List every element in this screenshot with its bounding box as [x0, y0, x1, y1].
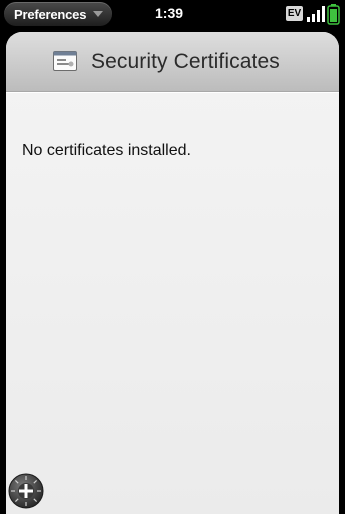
network-type-label: EV	[287, 8, 302, 19]
certificate-icon	[53, 51, 77, 71]
empty-state-message: No certificates installed.	[22, 142, 191, 159]
status-time: 1:39	[155, 5, 184, 21]
signal-strength-icon	[307, 6, 325, 22]
menu-arrow-icon	[93, 11, 104, 17]
app-menu-label: Preferences	[14, 6, 87, 22]
device-screen: Preferences 1:39 EV Security Certificate…	[0, 0, 345, 514]
page-header: Security Certificates	[6, 32, 339, 92]
app-menu-button[interactable]: Preferences	[4, 2, 113, 26]
ev-network-icon: EV	[286, 6, 303, 21]
status-bar: Preferences 1:39 EV	[0, 0, 345, 30]
battery-icon	[327, 4, 340, 25]
preferences-card: Security Certificates No certificates in…	[6, 32, 339, 514]
page-title: Security Certificates	[91, 50, 280, 73]
add-icon[interactable]	[8, 473, 44, 509]
